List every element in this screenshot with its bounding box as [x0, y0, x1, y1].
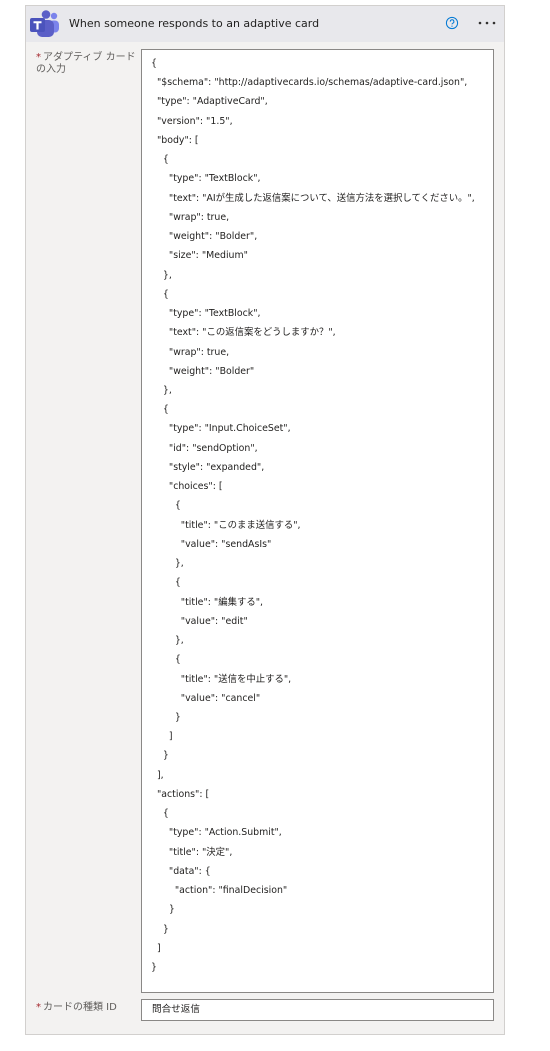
required-marker: * [36, 1002, 41, 1013]
teams-icon [30, 10, 59, 37]
action-title: When someone responds to an adaptive car… [69, 17, 320, 30]
adaptive-card-json-text[interactable]: { "$schema": "http://adaptivecards.io/sc… [142, 50, 493, 977]
card-type-id-label: * カードの種類 ID [36, 1002, 144, 1014]
more-options-icon[interactable] [476, 16, 498, 30]
required-marker: * [36, 52, 41, 63]
action-header[interactable]: When someone responds to an adaptive car… [26, 6, 504, 42]
help-icon[interactable] [445, 16, 459, 30]
card-type-id-label-text: カードの種類 ID [43, 1002, 117, 1013]
adaptive-card-json-input[interactable]: { "$schema": "http://adaptivecards.io/sc… [141, 49, 494, 993]
card-type-id-input[interactable]: 問合せ返信 [141, 999, 494, 1021]
adaptive-card-label: * アダプティブ カードの入力 [36, 52, 144, 76]
adaptive-card-label-text: アダプティブ カードの入力 [36, 52, 136, 75]
action-card: When someone responds to an adaptive car… [25, 5, 505, 1035]
